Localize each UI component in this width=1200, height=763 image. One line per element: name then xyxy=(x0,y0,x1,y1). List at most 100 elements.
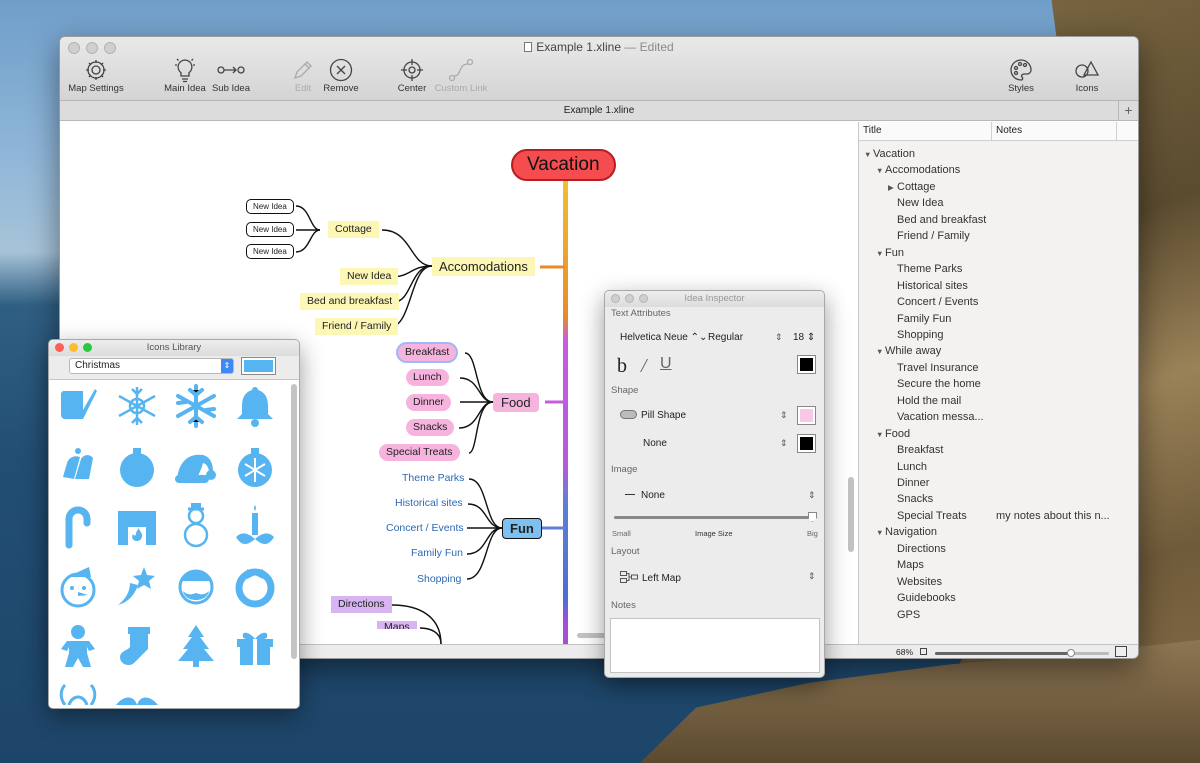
root-node[interactable]: Vacation xyxy=(511,149,616,181)
node-concert-events[interactable]: Concert / Events xyxy=(386,520,464,537)
minimize-button[interactable] xyxy=(69,343,78,352)
gingerbread-icon[interactable] xyxy=(55,623,101,669)
outline-row[interactable]: ▼ While away xyxy=(876,345,941,357)
node-directions[interactable]: Directions xyxy=(331,596,392,613)
close-button[interactable] xyxy=(611,294,620,303)
candy-cane-icon[interactable] xyxy=(55,503,101,549)
icons-button[interactable]: Icons xyxy=(1071,57,1103,94)
node-new-idea[interactable]: New Idea xyxy=(246,199,294,214)
snowman-face-icon[interactable] xyxy=(55,563,101,609)
outline-row[interactable]: Secure the home xyxy=(888,378,981,390)
italic-button[interactable]: / xyxy=(641,355,647,378)
image-size-slider[interactable] xyxy=(614,512,817,522)
node-dinner[interactable]: Dinner xyxy=(406,394,451,411)
node-bed-and-breakfast[interactable]: Bed and breakfast xyxy=(300,293,400,310)
outline-row[interactable]: ▶ Cottage xyxy=(888,181,936,193)
zoom-slider-knob[interactable] xyxy=(1066,649,1075,657)
stocking-icon[interactable] xyxy=(114,623,160,669)
outline-row[interactable]: New Idea xyxy=(888,197,943,209)
underline-button[interactable]: U xyxy=(660,355,672,373)
disclosure-expanded-icon[interactable]: ▼ xyxy=(876,347,885,356)
fireplace-icon[interactable] xyxy=(114,503,160,549)
ornament-icon[interactable] xyxy=(114,443,160,489)
disclosure-expanded-icon[interactable]: ▼ xyxy=(876,430,885,439)
layout-select[interactable]: Left Map xyxy=(620,571,681,584)
outline-row[interactable]: Historical sites xyxy=(888,280,968,292)
santa-face-icon[interactable] xyxy=(173,563,219,609)
scroll-quill-icon[interactable] xyxy=(55,383,101,429)
outline-row[interactable]: Shopping xyxy=(888,329,944,341)
font-weight-select[interactable]: Regular xyxy=(708,332,743,343)
main-idea-button[interactable]: Main Idea xyxy=(162,57,208,94)
disclosure-collapsed-icon[interactable]: ▶ xyxy=(888,183,897,192)
holly-candle-icon[interactable] xyxy=(232,503,278,549)
snowman-icon[interactable] xyxy=(173,503,219,549)
disclosure-expanded-icon[interactable]: ▼ xyxy=(876,249,885,258)
outline-row[interactable]: ▼ Navigation xyxy=(876,526,937,538)
outline-row[interactable]: Travel Insurance xyxy=(888,362,979,374)
tree-icon[interactable] xyxy=(173,623,219,669)
outline-row[interactable]: Theme Parks xyxy=(888,263,962,275)
outline-row[interactable]: Bed and breakfast xyxy=(888,214,986,226)
node-food[interactable]: Food xyxy=(493,393,539,412)
santa-hat-icon[interactable] xyxy=(173,443,219,489)
outline-row[interactable]: Maps xyxy=(888,559,924,571)
map-settings-button[interactable]: Map Settings xyxy=(67,57,125,94)
node-accomodations[interactable]: Accomodations xyxy=(432,257,535,276)
zoom-slider[interactable] xyxy=(935,649,1109,657)
outline-row[interactable]: Friend / Family xyxy=(888,230,970,242)
sub-idea-button[interactable]: Sub Idea xyxy=(210,57,252,94)
disclosure-expanded-icon[interactable]: ▼ xyxy=(876,166,885,175)
outline-row[interactable]: Family Fun xyxy=(888,313,951,325)
icons-scrollbar[interactable] xyxy=(291,384,297,659)
node-new-idea[interactable]: New Idea xyxy=(246,244,294,259)
outline-row[interactable]: Breakfast xyxy=(888,444,943,456)
notes-textarea[interactable] xyxy=(610,618,820,673)
outline-row[interactable]: Directions xyxy=(888,543,946,555)
wreath-icon[interactable] xyxy=(232,563,278,609)
node-historical-sites[interactable]: Historical sites xyxy=(395,495,463,512)
minimize-button[interactable] xyxy=(625,294,634,303)
custom-link-button[interactable]: Custom Link xyxy=(431,57,491,94)
gift-icon[interactable] xyxy=(232,623,278,669)
disclosure-expanded-icon[interactable]: ▼ xyxy=(864,150,873,159)
edit-button[interactable]: Edit xyxy=(288,57,318,94)
node-new-idea[interactable]: New Idea xyxy=(246,222,294,237)
node-maps[interactable]: Maps xyxy=(377,621,417,629)
outline-row[interactable]: Guidebooks xyxy=(888,592,956,604)
zoom-in-icon[interactable] xyxy=(1115,646,1127,657)
node-lunch[interactable]: Lunch xyxy=(406,369,449,386)
node-family-fun[interactable]: Family Fun xyxy=(411,545,463,562)
font-family-select[interactable]: Helvetica Neue ⌃⌄ xyxy=(620,332,707,343)
leaves-icon[interactable] xyxy=(114,693,160,705)
column-notes[interactable]: Notes xyxy=(992,122,1117,140)
outline-row[interactable]: Hold the mail xyxy=(888,395,961,407)
outline-row[interactable]: Dinner xyxy=(888,477,929,489)
center-button[interactable]: Center xyxy=(394,57,430,94)
border-color-swatch[interactable] xyxy=(797,434,816,453)
zoom-button[interactable] xyxy=(639,294,648,303)
bells-icon[interactable] xyxy=(55,443,101,489)
node-new-idea[interactable]: New Idea xyxy=(340,268,399,285)
image-select[interactable]: None xyxy=(625,490,665,501)
bell-icon[interactable] xyxy=(232,383,278,429)
close-button[interactable] xyxy=(55,343,64,352)
node-friend-family[interactable]: Friend / Family xyxy=(315,318,399,335)
remove-button[interactable]: Remove xyxy=(320,57,362,94)
new-tab-button[interactable]: + xyxy=(1118,101,1138,120)
zoom-out-icon[interactable] xyxy=(920,648,927,655)
shape-color-swatch[interactable] xyxy=(797,406,816,425)
border-select[interactable]: None xyxy=(643,438,667,449)
outline-row[interactable]: ▼ Vacation xyxy=(864,148,915,160)
category-select[interactable]: Christmas ⇕ xyxy=(69,358,234,374)
column-title[interactable]: Title xyxy=(859,122,992,140)
bold-button[interactable]: b xyxy=(617,355,627,378)
outline-row[interactable]: Snacks xyxy=(888,493,933,505)
node-shopping[interactable]: Shopping xyxy=(417,571,461,588)
outline-row[interactable]: ▼ Accomodations xyxy=(876,164,960,176)
zoom-button[interactable] xyxy=(83,343,92,352)
snow-ornament-icon[interactable] xyxy=(232,443,278,489)
outline-row[interactable]: Vacation messa... xyxy=(888,411,984,423)
snowflake-outline-icon[interactable] xyxy=(114,383,160,429)
node-special-treats[interactable]: Special Treats xyxy=(379,444,460,461)
